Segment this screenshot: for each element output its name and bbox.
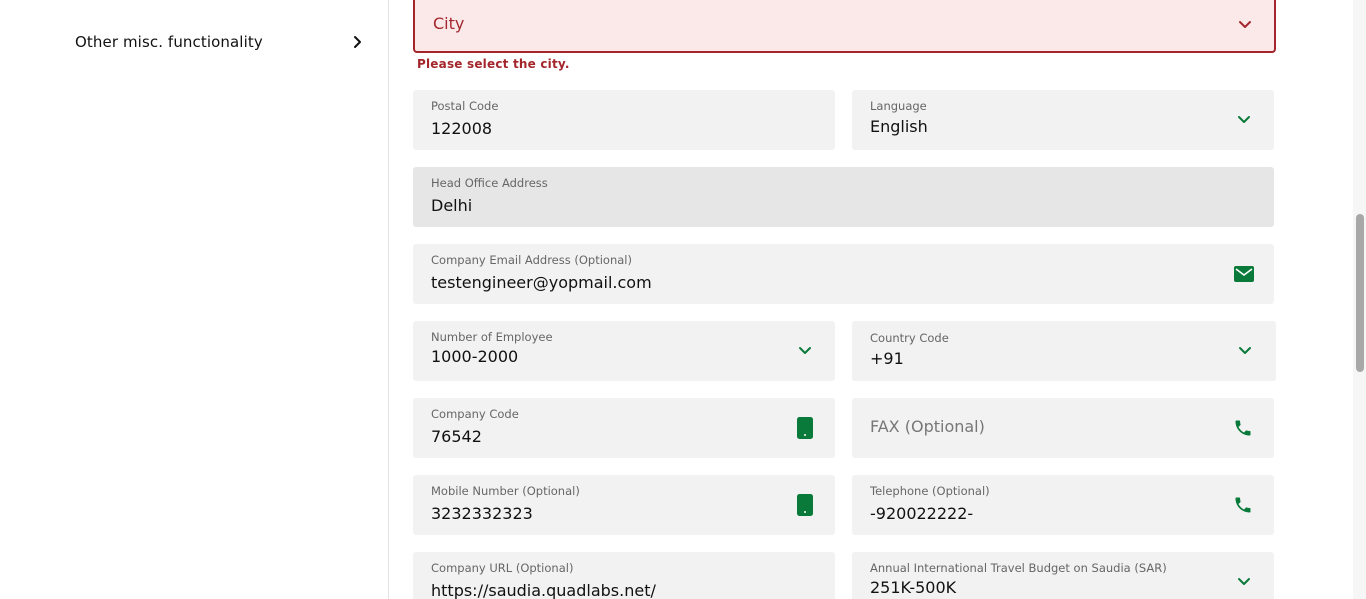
fax-field[interactable]: FAX (Optional) — [852, 398, 1274, 458]
travel-budget-value: 251K-500K — [870, 578, 957, 597]
number-of-employee-value: 1000-2000 — [431, 347, 519, 366]
phone-icon — [1235, 497, 1251, 513]
company-email-label: Company Email Address (Optional) — [431, 253, 632, 267]
company-code-label: Company Code — [431, 407, 519, 421]
city-select[interactable]: City — [413, 0, 1276, 53]
telephone-label: Telephone (Optional) — [870, 484, 990, 498]
number-of-employee-select[interactable]: Number of Employee 1000-2000 — [413, 321, 835, 381]
mobile-number-label: Mobile Number (Optional) — [431, 484, 580, 498]
chevron-down-icon — [799, 347, 811, 354]
company-code-value: 76542 — [431, 427, 482, 446]
sidebar-item-label: Other misc. functionality — [75, 33, 263, 51]
head-office-address-field: Head Office Address Delhi — [413, 167, 1274, 227]
phone-icon — [1235, 420, 1251, 436]
company-url-label: Company URL (Optional) — [431, 561, 574, 575]
language-label: Language — [870, 99, 927, 113]
mobile-phone-icon — [797, 494, 813, 516]
sidebar-item-other-misc-functionality[interactable]: Other misc. functionality — [75, 28, 365, 56]
telephone-value: -920022222- — [870, 504, 974, 523]
sidebar: Other misc. functionality — [0, 0, 389, 599]
country-code-value: +91 — [870, 349, 904, 368]
country-code-select[interactable]: Country Code +91 — [852, 321, 1276, 381]
mobile-number-value: 3232332323 — [431, 504, 533, 523]
country-code-label: Country Code — [870, 331, 949, 345]
chevron-down-icon — [1238, 578, 1250, 585]
language-select[interactable]: Language English — [852, 90, 1274, 150]
company-email-value: testengineer@yopmail.com — [431, 273, 652, 292]
chevron-down-icon — [1239, 347, 1251, 354]
telephone-field[interactable]: Telephone (Optional) -920022222- — [852, 475, 1274, 535]
fax-placeholder: FAX (Optional) — [870, 417, 985, 436]
scrollbar-thumb[interactable] — [1356, 214, 1364, 372]
language-value: English — [870, 117, 928, 136]
chevron-right-icon — [354, 36, 361, 48]
travel-budget-label: Annual International Travel Budget on Sa… — [870, 561, 1167, 575]
company-email-field[interactable]: Company Email Address (Optional) testeng… — [413, 244, 1274, 304]
chevron-down-icon — [1239, 21, 1251, 28]
postal-code-value: 122008 — [431, 119, 493, 138]
postal-code-field[interactable]: Postal Code 122008 — [413, 90, 835, 150]
chevron-down-icon — [1238, 116, 1250, 123]
company-code-field[interactable]: Company Code 76542 — [413, 398, 835, 458]
mobile-phone-icon — [797, 417, 813, 439]
head-office-address-label: Head Office Address — [431, 176, 548, 190]
postal-code-label: Postal Code — [431, 99, 499, 113]
number-of-employee-label: Number of Employee — [431, 330, 553, 344]
envelope-icon — [1234, 266, 1254, 282]
city-error-message: Please select the city. — [417, 57, 570, 71]
company-url-value: https://saudia.quadlabs.net/ — [431, 581, 656, 599]
city-select-value: City — [433, 14, 465, 33]
page-scrollbar[interactable] — [1353, 0, 1366, 599]
head-office-address-value: Delhi — [431, 196, 473, 215]
travel-budget-select[interactable]: Annual International Travel Budget on Sa… — [852, 552, 1274, 599]
page: Other misc. functionality City Please se… — [0, 0, 1366, 599]
company-url-field[interactable]: Company URL (Optional) https://saudia.qu… — [413, 552, 835, 599]
mobile-number-field[interactable]: Mobile Number (Optional) 3232332323 — [413, 475, 835, 535]
